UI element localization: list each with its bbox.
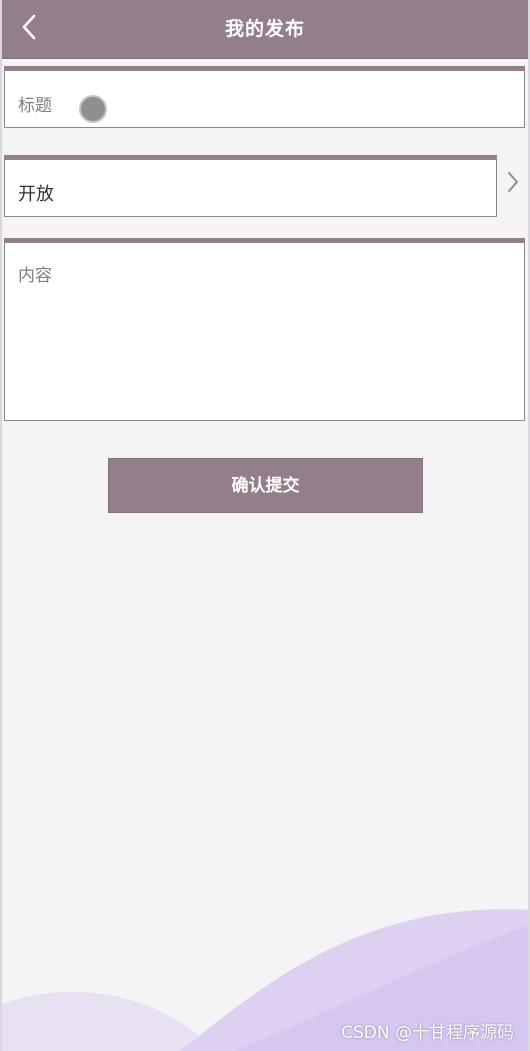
app-screen: 我的发布 标题 开放 内容 确认提交 CSDN @十甘程序源码 [0, 0, 530, 1051]
content-placeholder: 内容 [18, 266, 52, 286]
page-title: 我的发布 [224, 18, 305, 40]
field-gap [2, 128, 528, 154]
title-placeholder: 标题 [18, 96, 52, 116]
watermark-text: CSDN @十甘程序源码 [341, 1023, 514, 1043]
content-textarea[interactable]: 内容 [4, 238, 525, 421]
status-value: 开放 [18, 184, 54, 205]
touch-cursor-indicator [79, 95, 107, 123]
submit-button[interactable]: 确认提交 [108, 458, 423, 513]
status-select[interactable]: 开放 [4, 155, 497, 217]
top-bar: 我的发布 [2, 0, 528, 59]
chevron-right-icon [506, 170, 520, 198]
status-chevron-button[interactable] [502, 170, 524, 198]
title-input[interactable]: 标题 [4, 66, 525, 128]
